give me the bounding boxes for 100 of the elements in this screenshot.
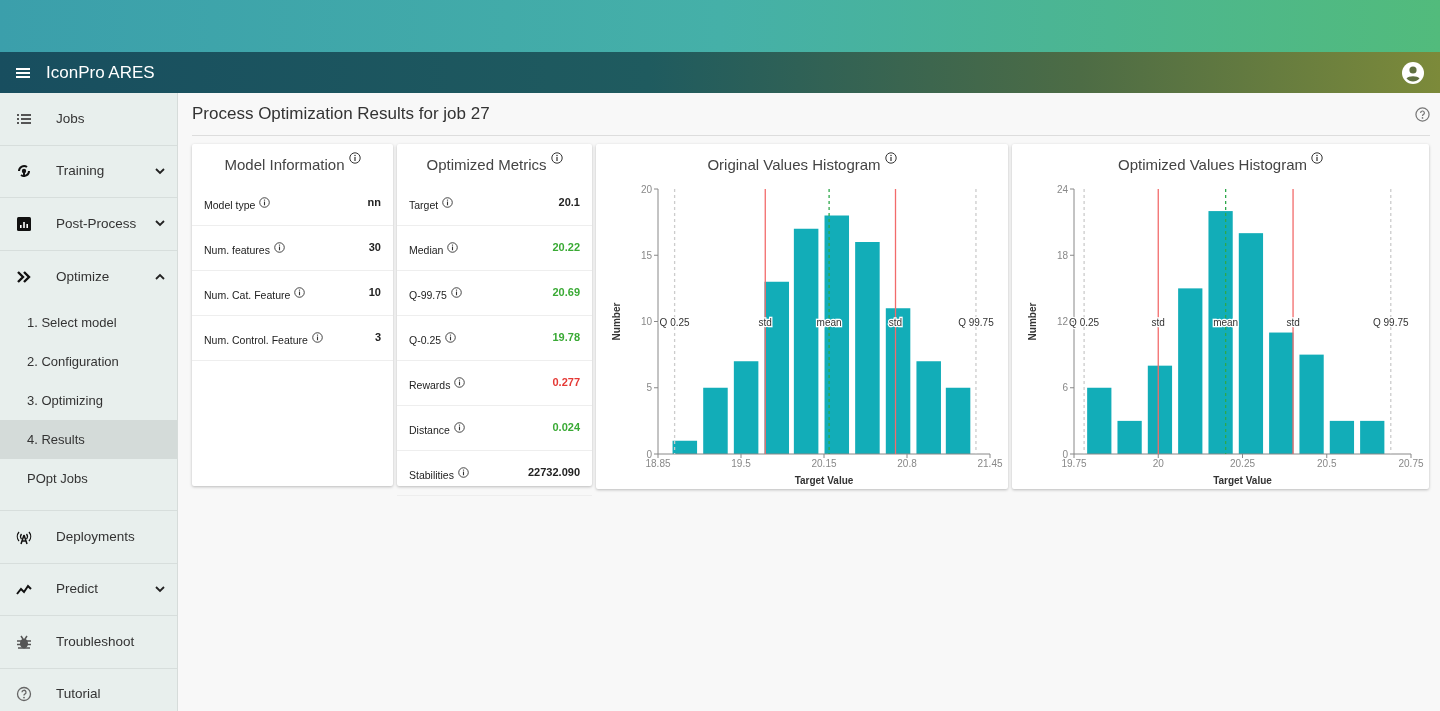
reference-label: std (1286, 316, 1300, 327)
axis-title: Target Value (1213, 474, 1272, 486)
info-icon[interactable] (457, 467, 469, 478)
help-icon[interactable] (1415, 106, 1430, 122)
axis-tick-label: 20.5 (1317, 457, 1337, 469)
info-icon[interactable] (1311, 152, 1323, 164)
card-title: Optimized Metrics (426, 156, 547, 173)
chart-title: Optimized Values Histogram (1118, 156, 1307, 173)
axis-tick-label: 20.15 (811, 457, 837, 469)
metric-value: 22732.090 (528, 465, 580, 481)
metric-value: 0.277 (552, 375, 580, 391)
chart-title: Original Values Histogram (707, 156, 881, 173)
histogram-bar (1087, 387, 1112, 454)
histogram-bar (945, 387, 971, 454)
app-title: IconPro ARES (46, 61, 155, 84)
axis-tick-label: 0 (1062, 448, 1068, 459)
cycle-icon (16, 163, 32, 180)
metric-label: Num. Control. Feature (204, 332, 308, 348)
metric-value: 0.024 (552, 420, 580, 436)
info-icon[interactable] (884, 152, 897, 164)
info-icon[interactable] (348, 152, 361, 164)
axis-tick-label: 20.8 (897, 457, 917, 469)
axis-tick-label: 24 (1056, 183, 1068, 194)
histogram-bar (703, 387, 728, 454)
info-icon[interactable] (259, 197, 271, 208)
sidebar-subitem[interactable]: POpt Jobs (0, 459, 177, 498)
axis-title: Number (611, 302, 622, 340)
axis-tick-label: 20 (640, 183, 652, 194)
menu-icon[interactable] (16, 66, 30, 79)
info-icon[interactable] (445, 332, 457, 343)
metric-value: 20.22 (552, 240, 580, 256)
metric-label: Stabilities (409, 467, 454, 483)
axis-tick-label: 5 (646, 381, 652, 393)
axis-tick-label: 6 (1062, 381, 1068, 393)
axis-tick-label: 21.45 (977, 457, 1003, 469)
axis-tick-label: 19.75 (1061, 457, 1087, 469)
info-icon[interactable] (294, 287, 306, 298)
histogram-bar (672, 440, 698, 454)
axis-tick-label: 18 (1056, 249, 1068, 261)
bug-icon (16, 633, 32, 650)
info-icon[interactable] (450, 287, 462, 298)
metric-value: 20.1 (558, 195, 580, 211)
metric-label: Distance (409, 422, 450, 438)
metric-value: 30 (368, 240, 381, 256)
reference-label: Q 99.75 (1373, 316, 1409, 327)
sidebar-item[interactable]: Deployments (0, 511, 177, 564)
card-title: Model Information (224, 156, 345, 173)
info-icon[interactable] (550, 152, 563, 164)
axis-tick-label: 19.5 (731, 457, 751, 469)
metric-label: Q-0.25 (409, 332, 442, 348)
sidebar-item[interactable]: Training (0, 145, 177, 198)
histogram-bar (1360, 420, 1385, 454)
metric-label: Rewards (409, 377, 451, 393)
metric-value: 10 (368, 285, 381, 301)
reference-label: Q 99.75 (958, 316, 994, 327)
metric-value: 3 (374, 330, 381, 346)
info-icon[interactable] (447, 242, 459, 253)
metric-label: Q-99.75 (409, 287, 447, 303)
bar-chart-icon (16, 215, 32, 232)
axis-tick-label: 20 (1152, 457, 1164, 469)
sidebar-subitem[interactable]: 1. Select model (0, 303, 177, 342)
histogram-bar (1329, 420, 1355, 454)
page-title: Process Optimization Results for job 27 (192, 103, 490, 126)
axis-tick-label: 15 (640, 249, 652, 261)
histogram-bar (1117, 420, 1142, 454)
help-icon (16, 686, 32, 703)
axis-tick-label: 20.25 (1230, 457, 1255, 469)
sidebar-item[interactable]: Optimize (0, 250, 177, 303)
axis-tick-label: 0 (646, 448, 652, 459)
metric-label: Median (409, 242, 444, 258)
axis-tick-label: 18.85 (645, 457, 671, 469)
info-icon[interactable] (454, 377, 466, 388)
axis-title: Target Value (794, 474, 854, 486)
metric-label: Target (409, 197, 439, 213)
axis-tick-label: 20.75 (1398, 457, 1424, 469)
sidebar-subitem[interactable]: 4. Results (0, 420, 177, 459)
info-icon[interactable] (453, 422, 465, 433)
account-icon[interactable] (1402, 61, 1424, 84)
axis-tick-label: 12 (1056, 315, 1068, 327)
sidebar-item[interactable]: Jobs (0, 93, 177, 146)
metric-label: Num. features (204, 242, 270, 258)
axis-tick-label: 10 (640, 315, 652, 327)
info-icon[interactable] (442, 197, 454, 208)
reference-label: Q 0.25 (659, 316, 690, 327)
info-icon[interactable] (273, 242, 285, 253)
sidebar-item[interactable]: Predict (0, 563, 177, 616)
sidebar-item[interactable]: Troubleshoot (0, 616, 177, 669)
sidebar-item[interactable]: Post-Process (0, 198, 177, 251)
reference-label: std (758, 316, 772, 327)
sidebar-subitem[interactable]: 2. Configuration (0, 342, 177, 381)
metric-value: 20.69 (552, 285, 580, 301)
metric-value: 19.78 (552, 330, 580, 346)
axis-title: Number (1027, 302, 1038, 340)
double-chevron-icon (16, 268, 32, 285)
sidebar-subitem[interactable]: 3. Optimizing (0, 381, 177, 420)
sidebar-item[interactable]: Tutorial (0, 668, 177, 711)
metric-label: Num. Cat. Feature (204, 287, 291, 303)
metric-value: nn (367, 195, 381, 211)
info-icon[interactable] (311, 332, 323, 343)
metric-label: Model type (204, 197, 256, 213)
